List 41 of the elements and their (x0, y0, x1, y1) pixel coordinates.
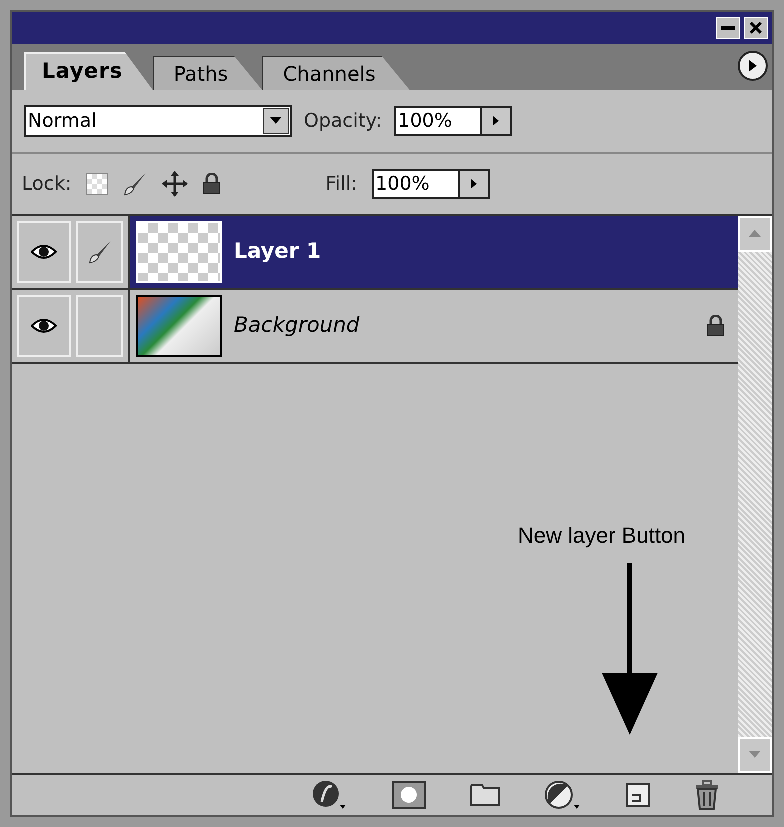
opacity-field[interactable]: 100% (394, 106, 512, 136)
layer-row[interactable]: Layer 1 (12, 216, 738, 290)
scroll-down-button[interactable] (738, 737, 772, 773)
fill-label: Fill: (326, 172, 358, 197)
fill-field[interactable]: 100% (372, 169, 490, 199)
up-arrow-icon (749, 230, 761, 238)
layer-row[interactable]: Background (12, 290, 738, 364)
tab[interactable]: Channels (262, 56, 410, 90)
layer-mask-icon[interactable] (392, 781, 426, 809)
visibility-toggle[interactable] (17, 221, 71, 283)
move-icon[interactable] (162, 171, 188, 197)
folder-icon[interactable] (470, 784, 500, 806)
lock-label: Lock: (22, 172, 72, 197)
layer-name: Background (234, 312, 361, 340)
field-value: 100% (397, 109, 454, 134)
field-value: 100% (374, 172, 431, 197)
layer-style-icon[interactable] (312, 780, 348, 810)
close-button[interactable] (744, 17, 768, 39)
lock-transparency-icon[interactable] (86, 173, 108, 195)
panel-menu-button[interactable] (738, 51, 768, 81)
trash-icon[interactable] (694, 780, 720, 810)
lock-all-icon (202, 173, 222, 195)
adjustment-layer-icon[interactable] (544, 780, 582, 810)
close-icon (749, 21, 763, 35)
paint-toggle[interactable] (76, 295, 123, 357)
blend-mode-value: Normal (27, 108, 97, 134)
blend-mode-dropdown[interactable]: Normal (24, 105, 292, 137)
new-layer-icon[interactable] (626, 783, 650, 807)
annotation-label: New layer Button (518, 522, 686, 550)
visibility-toggle[interactable] (17, 295, 71, 357)
caret-icon (748, 59, 758, 73)
paint-toggle[interactable] (76, 221, 123, 283)
tab[interactable]: Layers (24, 52, 153, 90)
eye-icon (31, 318, 57, 334)
layer-name: Layer 1 (234, 238, 322, 266)
opacity-label: Opacity: (304, 108, 382, 134)
down-arrow-icon (749, 751, 761, 759)
tab[interactable]: Paths (152, 56, 262, 90)
minimize-button[interactable] (716, 17, 740, 39)
eye-icon (31, 244, 57, 260)
scroll-up-button[interactable] (738, 216, 772, 252)
